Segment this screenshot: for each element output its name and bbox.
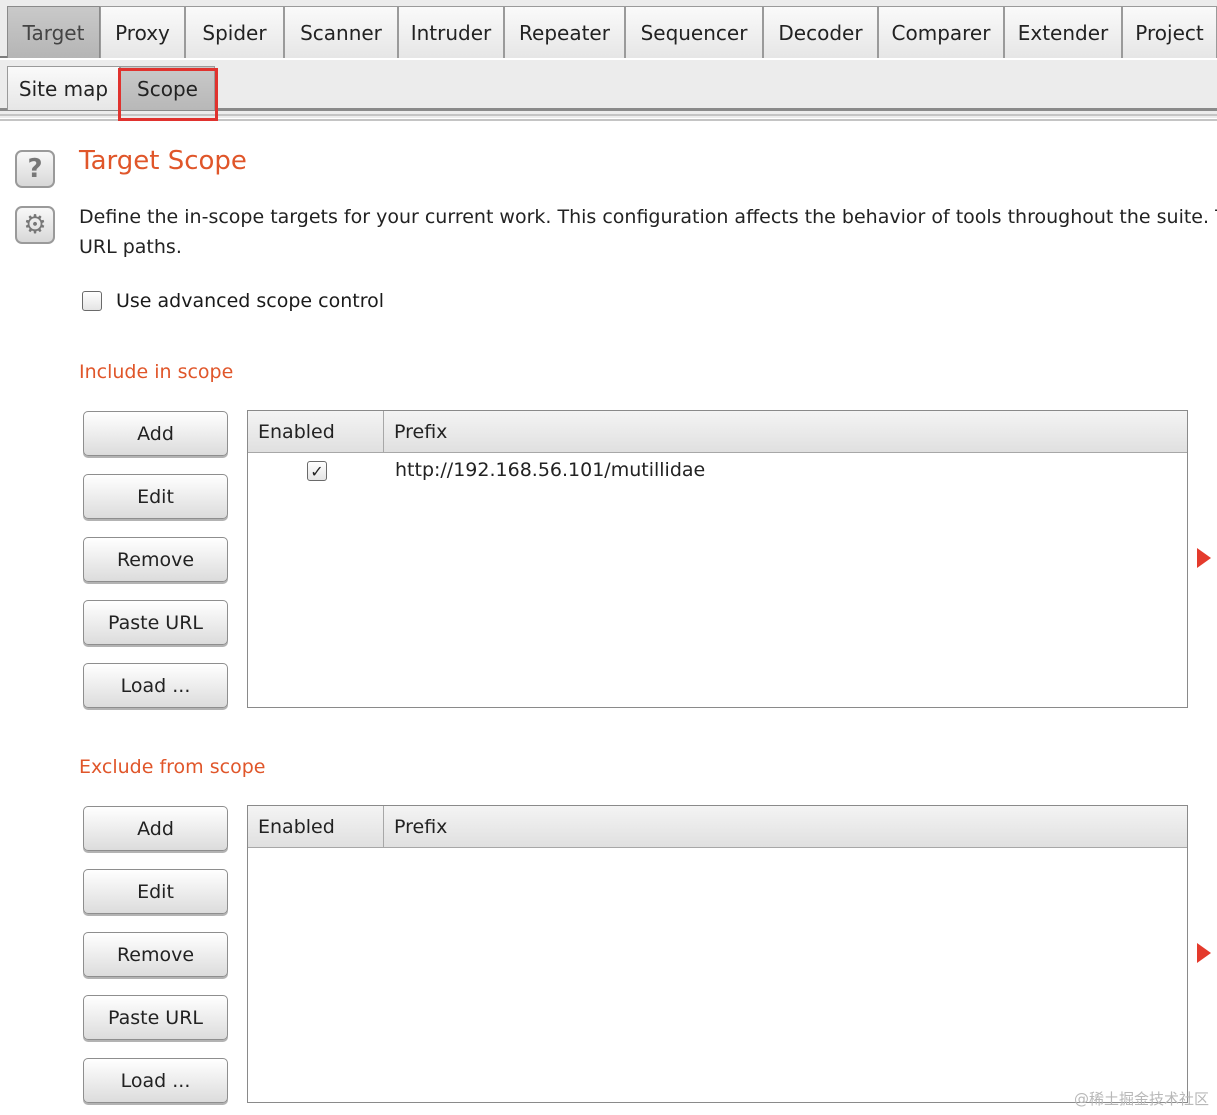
tab-comparer[interactable]: Comparer [878, 6, 1004, 58]
row-enabled-checkbox[interactable]: ✓ [307, 461, 327, 481]
main-tab-bar: Target Proxy Spider Scanner Intruder Rep… [0, 0, 1217, 58]
advanced-scope-checkbox[interactable] [82, 291, 102, 311]
page-description: Define the in-scope targets for your cur… [79, 202, 1217, 262]
watermark: @稀土掘金技术社区 [1073, 1090, 1209, 1108]
tab-project[interactable]: Project [1122, 6, 1217, 58]
exclude-add-button[interactable]: Add [83, 806, 228, 851]
exclude-edit-button[interactable]: Edit [83, 869, 228, 914]
include-add-button[interactable]: Add [83, 411, 228, 456]
scope-tab-highlight [118, 68, 218, 121]
include-section-title: Include in scope [79, 361, 234, 383]
tab-spider[interactable]: Spider [185, 6, 284, 58]
tab-site-map[interactable]: Site map [7, 66, 120, 110]
tab-target[interactable]: Target [7, 6, 100, 58]
exclude-paste-url-button[interactable]: Paste URL [83, 995, 228, 1040]
exclude-section-title: Exclude from scope [79, 756, 266, 778]
include-paste-url-button[interactable]: Paste URL [83, 600, 228, 645]
column-header-prefix[interactable]: Prefix [384, 411, 1184, 453]
include-edit-button[interactable]: Edit [83, 474, 228, 519]
tab-intruder[interactable]: Intruder [398, 6, 504, 58]
tab-proxy[interactable]: Proxy [100, 6, 185, 58]
include-load-button[interactable]: Load ... [83, 663, 228, 708]
tab-scanner[interactable]: Scanner [284, 6, 398, 58]
tab-extender[interactable]: Extender [1004, 6, 1122, 58]
row-prefix: http://192.168.56.101/mutillidae [395, 459, 706, 481]
expand-arrow-icon[interactable] [1197, 548, 1211, 568]
tab-repeater[interactable]: Repeater [504, 6, 625, 58]
description-line: URL paths. [79, 236, 182, 258]
column-header-enabled[interactable]: Enabled [248, 411, 383, 453]
table-header: Enabled Prefix [248, 411, 1187, 453]
expand-arrow-icon[interactable] [1197, 943, 1211, 963]
gear-icon[interactable]: ⚙ [15, 206, 55, 244]
table-header: Enabled Prefix [248, 806, 1187, 848]
advanced-scope-option[interactable]: Use advanced scope control [82, 290, 384, 312]
column-header-prefix[interactable]: Prefix [384, 806, 1184, 848]
tab-decoder[interactable]: Decoder [763, 6, 878, 58]
help-icon[interactable]: ? [15, 150, 55, 188]
description-line: Define the in-scope targets for your cur… [79, 206, 1217, 228]
advanced-scope-label: Use advanced scope control [116, 290, 385, 312]
exclude-load-button[interactable]: Load ... [83, 1058, 228, 1103]
table-row[interactable]: ✓ http://192.168.56.101/mutillidae [248, 453, 1187, 489]
include-scope-table[interactable]: Enabled Prefix ✓ http://192.168.56.101/m… [247, 410, 1188, 708]
exclude-remove-button[interactable]: Remove [83, 932, 228, 977]
exclude-scope-table[interactable]: Enabled Prefix [247, 805, 1188, 1103]
column-header-enabled[interactable]: Enabled [248, 806, 383, 848]
tab-sequencer[interactable]: Sequencer [625, 6, 763, 58]
page-title: Target Scope [79, 146, 247, 176]
include-remove-button[interactable]: Remove [83, 537, 228, 582]
